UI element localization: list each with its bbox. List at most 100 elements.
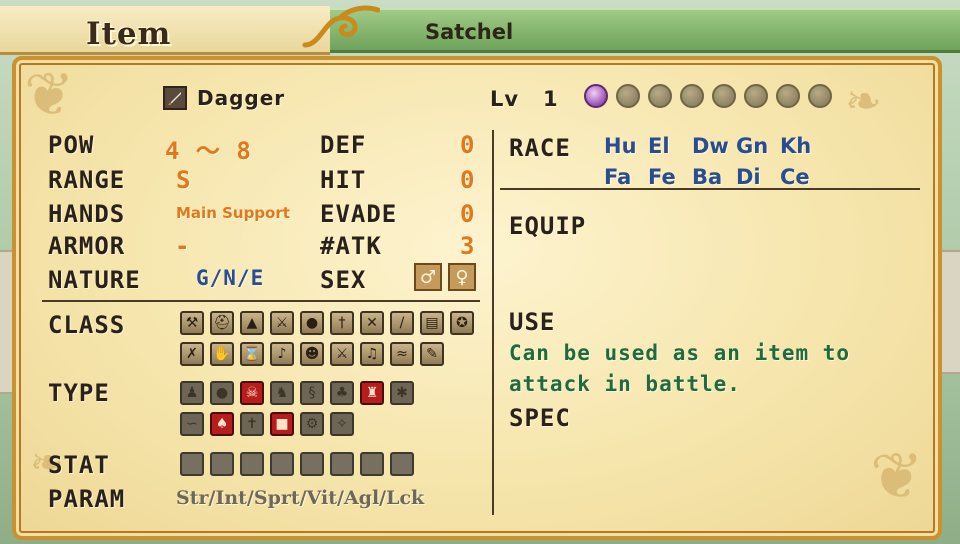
- blob-icon: ●: [210, 381, 234, 405]
- pow-value: 4 ～ 8: [165, 137, 252, 165]
- scroll-ornament-icon: [302, 5, 380, 48]
- use-description-line-1: Can be used as an item to: [509, 341, 851, 365]
- stat-slot-icon: [300, 452, 324, 476]
- nature-label: NATURE: [48, 266, 141, 294]
- tab-bar: Item Satchel: [0, 0, 960, 56]
- atk-value: 3: [460, 232, 476, 260]
- hourglass-icon: ⌛: [240, 342, 264, 366]
- def-value: 0: [460, 131, 476, 159]
- undead-icon: ✝: [240, 412, 264, 436]
- race-ce: Ce: [780, 165, 810, 189]
- spec-label: SPEC: [509, 404, 571, 432]
- level-dot: [680, 84, 704, 108]
- range-value: S: [176, 166, 192, 194]
- tab-satchel-label: Satchel: [425, 20, 514, 44]
- item-name: Dagger: [197, 86, 286, 110]
- race-ba: Ba: [692, 165, 723, 189]
- pentagram-icon: ✪: [450, 311, 474, 335]
- mask-icon: ☻: [300, 342, 324, 366]
- race-hu: Hu: [604, 134, 637, 158]
- demon-icon: ☠: [240, 381, 264, 405]
- race-dw: Dw: [692, 134, 729, 158]
- level-value: 1: [543, 87, 559, 111]
- armor-label: ARMOR: [48, 232, 126, 260]
- witch-hat-icon: ▲: [240, 311, 264, 335]
- sword-icon: †: [330, 311, 354, 335]
- stat-slot-icon: [210, 452, 234, 476]
- insect-icon: ✱: [390, 381, 414, 405]
- stat-slot-icon: [390, 452, 414, 476]
- hammer-icon: ⚒: [180, 311, 204, 335]
- level-dot: [648, 84, 672, 108]
- stat-slot-icon: [330, 452, 354, 476]
- race-gn: Gn: [736, 134, 769, 158]
- crossed-staves-icon: ✗: [180, 342, 204, 366]
- evade-label: EVADE: [320, 200, 398, 228]
- race-fe: Fe: [648, 165, 676, 189]
- beast-icon: ♞: [270, 381, 294, 405]
- hit-value: 0: [460, 166, 476, 194]
- class-label: CLASS: [48, 311, 126, 339]
- flourish-top-left-icon: ❦: [24, 60, 75, 130]
- stats-divider: [42, 300, 480, 302]
- tab-item[interactable]: Item: [0, 6, 330, 55]
- hands-label: HANDS: [48, 200, 126, 228]
- bird-icon: ♫: [360, 342, 384, 366]
- nature-value: G/N/E: [196, 266, 265, 290]
- machine-icon: ⚙: [300, 412, 324, 436]
- level-dot: [712, 84, 736, 108]
- race-fa: Fa: [604, 165, 632, 189]
- type-label: TYPE: [48, 379, 110, 407]
- item-detail-panel: [12, 56, 942, 540]
- stat-slot-icon: [360, 452, 384, 476]
- wing-icon: ≈: [390, 342, 414, 366]
- stat-slot-icon: [270, 452, 294, 476]
- fiend-icon: ♜: [360, 381, 384, 405]
- spirit-icon: ✧: [330, 412, 354, 436]
- column-divider: [492, 130, 494, 515]
- param-value: Str/Int/Sprt/Vit/Agl/Lck: [176, 487, 425, 509]
- race-el: El: [648, 134, 670, 158]
- level-dot: [744, 84, 768, 108]
- quill-icon: ✎: [420, 342, 444, 366]
- flourish-bottom-right-icon: ❦: [870, 440, 924, 514]
- stat-label: STAT: [48, 451, 110, 479]
- tab-satchel[interactable]: Satchel: [330, 8, 960, 53]
- wand-icon: /: [390, 311, 414, 335]
- atk-label: #ATK: [320, 232, 382, 260]
- hit-label: HIT: [320, 166, 367, 194]
- dragon-icon: ♠: [210, 412, 234, 436]
- level-dot: [584, 84, 608, 108]
- male-icon: ♂: [414, 263, 442, 291]
- axe-icon: ⚔: [270, 311, 294, 335]
- crossed-swords-icon: ⚔: [330, 342, 354, 366]
- hands-value: Main Support: [176, 204, 290, 222]
- horn-icon: ♪: [270, 342, 294, 366]
- equip-label: EQUIP: [509, 212, 587, 240]
- level-dot: [776, 84, 800, 108]
- golem-icon: ■: [270, 412, 294, 436]
- level-label: Lv: [490, 87, 520, 111]
- armor-value: -: [175, 232, 191, 260]
- range-label: RANGE: [48, 166, 126, 194]
- plant-icon: ♣: [330, 381, 354, 405]
- evade-value: 0: [460, 200, 476, 228]
- sex-label: SEX: [320, 266, 367, 294]
- level-dot: [808, 84, 832, 108]
- hand-icon: ✋: [210, 342, 234, 366]
- level-dot: [616, 84, 640, 108]
- use-description-line-2: attack in battle.: [509, 372, 741, 396]
- stat-slot-icon: [240, 452, 264, 476]
- orb-icon: ●: [300, 311, 324, 335]
- def-label: DEF: [320, 131, 367, 159]
- humanoid-icon: ♟: [180, 381, 204, 405]
- race-label: RACE: [509, 134, 571, 162]
- book-icon: ▤: [420, 311, 444, 335]
- race-di: Di: [736, 165, 761, 189]
- stat-slot-icon: [180, 452, 204, 476]
- female-icon: ♀: [448, 263, 476, 291]
- flourish-top-right-icon: ❧: [845, 76, 882, 127]
- helmet-icon: ⛑: [210, 311, 234, 335]
- tab-item-label: Item: [86, 16, 172, 52]
- serpent-icon: §: [300, 381, 324, 405]
